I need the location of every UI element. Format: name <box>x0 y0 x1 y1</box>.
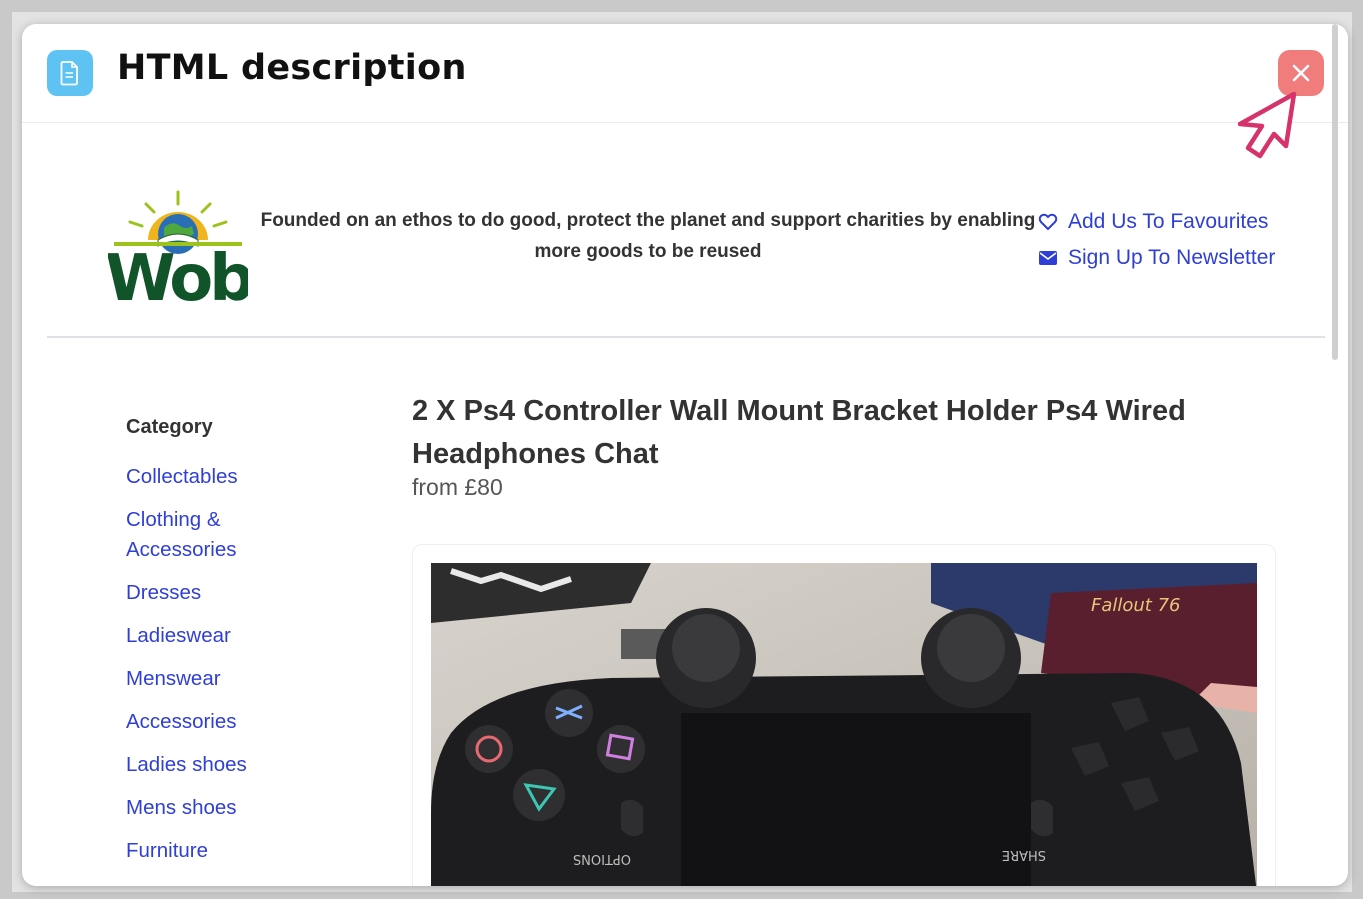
modal-content: Wob Founded on an ethos to do good, prot… <box>22 122 1332 886</box>
controller-share-label: SHARE <box>1002 847 1046 862</box>
tagline: Founded on an ethos to do good, protect … <box>260 210 1036 262</box>
controller-options-label: OPTIONS <box>573 851 631 866</box>
document-icon <box>47 50 93 96</box>
scrollbar[interactable] <box>1332 24 1338 360</box>
add-to-favourites-label: Add Us To Favourites <box>1068 210 1269 233</box>
category-link-mens-shoes[interactable]: Mens shoes <box>126 793 296 823</box>
category-list: Collectables Clothing & Accessories Dres… <box>126 462 296 879</box>
newsletter-signup-link[interactable]: Sign Up To Newsletter <box>1036 240 1296 276</box>
product-photo[interactable]: Fallout 76 OPTIONS SHARE <box>431 563 1257 886</box>
heart-icon <box>1036 211 1060 233</box>
category-link-ladieswear[interactable]: Ladieswear <box>126 621 296 651</box>
category-link-menswear[interactable]: Menswear <box>126 664 296 694</box>
newsletter-signup-label: Sign Up To Newsletter <box>1068 246 1276 269</box>
add-to-favourites-link[interactable]: Add Us To Favourites <box>1036 204 1296 240</box>
category-link-dresses[interactable]: Dresses <box>126 578 296 608</box>
envelope-icon <box>1036 247 1060 269</box>
header-links: Add Us To Favourites Sign Up To Newslett… <box>1036 204 1296 276</box>
product-price: from £80 <box>412 474 503 500</box>
modal-header: HTML description <box>22 24 1348 159</box>
category-link-ladies-shoes[interactable]: Ladies shoes <box>126 750 296 780</box>
wob-logo: Wob <box>108 190 248 308</box>
svg-text:Wob: Wob <box>108 242 248 308</box>
game-box-text: Fallout 76 <box>1091 595 1181 616</box>
category-heading: Category <box>126 416 213 438</box>
category-link-collectables[interactable]: Collectables <box>126 462 296 492</box>
modal-title: HTML description <box>117 48 467 88</box>
header-divider <box>47 336 1325 338</box>
product-image-card: Fallout 76 OPTIONS SHARE <box>412 544 1276 886</box>
product-title: 2 X Ps4 Controller Wall Mount Bracket Ho… <box>412 395 1186 470</box>
html-description-modal: HTML description Wob Founded on an ethos… <box>22 24 1348 886</box>
close-icon <box>1292 64 1310 82</box>
category-link-accessories[interactable]: Accessories <box>126 707 296 737</box>
category-link-clothing-accessories[interactable]: Clothing & Accessories <box>126 505 296 565</box>
category-link-furniture[interactable]: Furniture <box>126 836 296 866</box>
